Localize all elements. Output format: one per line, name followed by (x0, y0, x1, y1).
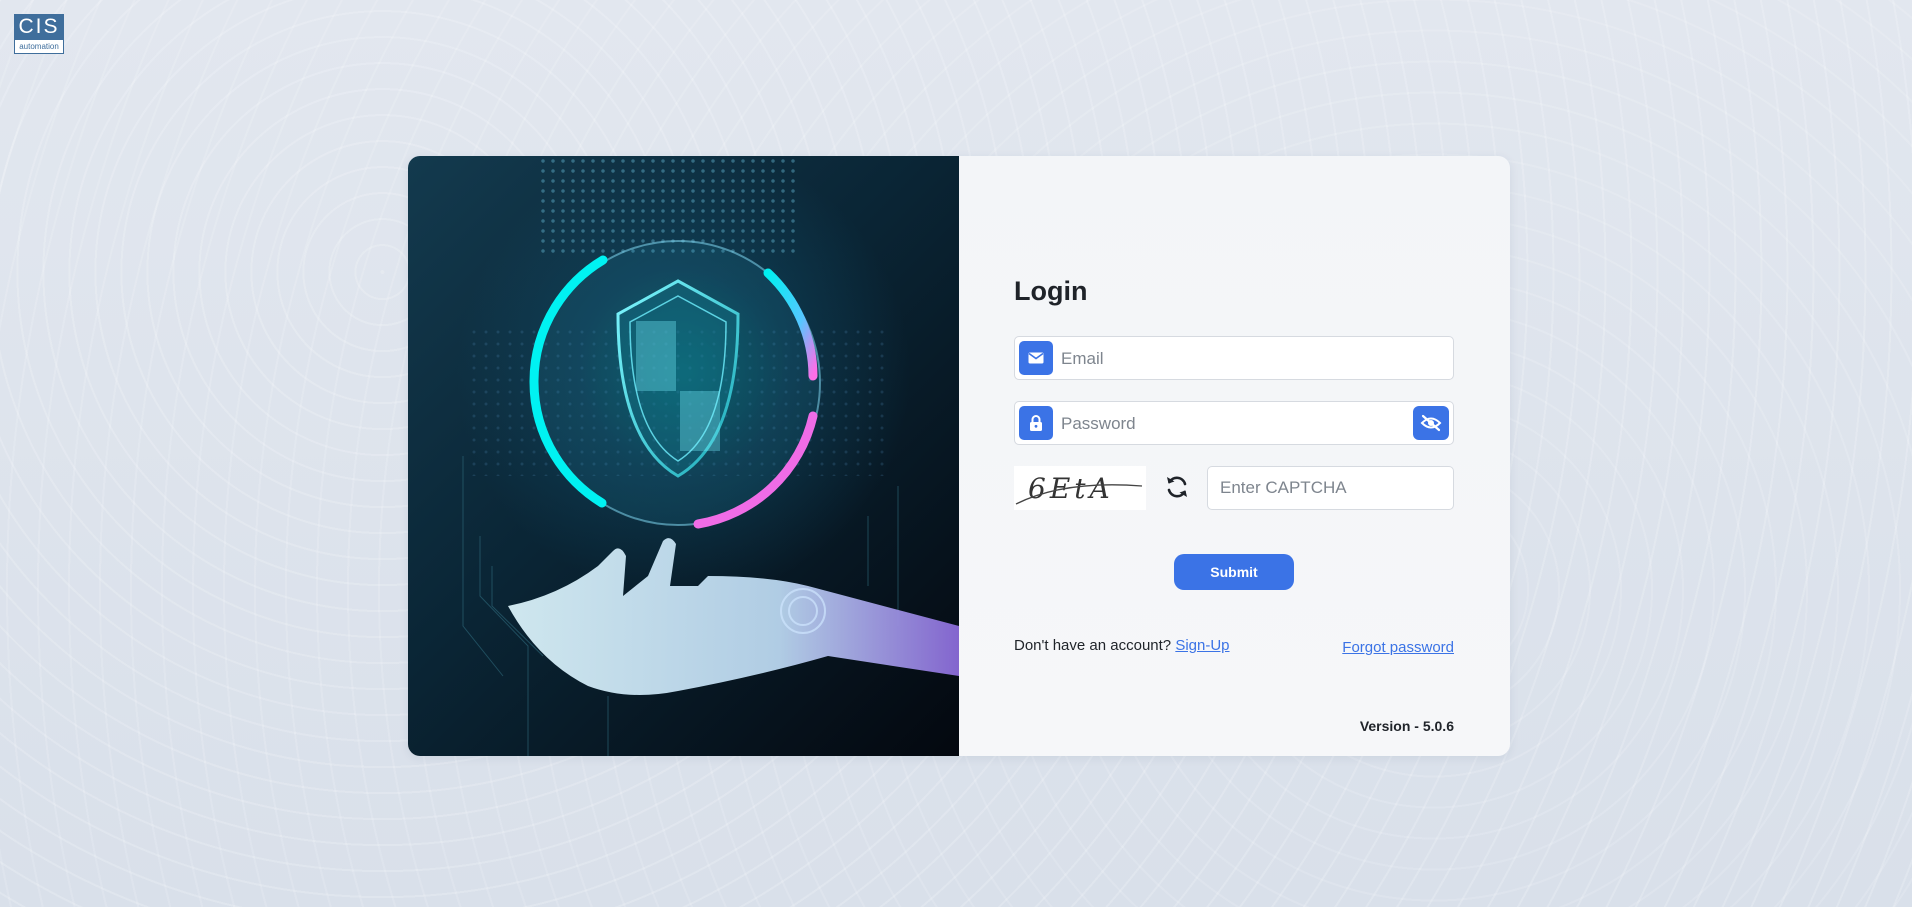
captcha-field (1207, 466, 1454, 510)
captcha-input[interactable] (1208, 467, 1453, 509)
signup-prompt: Don't have an account? (1014, 637, 1172, 654)
password-input[interactable] (1059, 402, 1403, 446)
refresh-icon[interactable] (1164, 474, 1190, 500)
version-label: Version - 5.0.6 (1359, 718, 1454, 734)
login-card: Login 6EtA Submit (408, 156, 1510, 756)
eye-slash-icon[interactable] (1413, 406, 1449, 440)
logo-text: CIS (14, 14, 64, 40)
hero-illustration (408, 156, 959, 756)
signup-row: Don't have an account? Sign-Up (1014, 637, 1230, 654)
login-form-panel: Login 6EtA Submit (959, 156, 1510, 756)
captcha-image: 6EtA (1014, 466, 1146, 510)
brand-logo: CIS automation (14, 14, 64, 54)
lock-icon (1019, 406, 1053, 440)
password-field (1014, 401, 1454, 446)
submit-button[interactable]: Submit (1174, 554, 1294, 590)
shield-hand-illustration (462, 240, 959, 756)
forgot-password-link[interactable]: Forgot password (1342, 639, 1454, 656)
envelope-icon (1019, 341, 1053, 375)
signup-link[interactable]: Sign-Up (1175, 637, 1229, 654)
email-input[interactable] (1059, 337, 1403, 381)
email-field (1014, 336, 1454, 381)
page-title: Login (1014, 276, 1088, 306)
logo-subtext: automation (14, 40, 64, 54)
